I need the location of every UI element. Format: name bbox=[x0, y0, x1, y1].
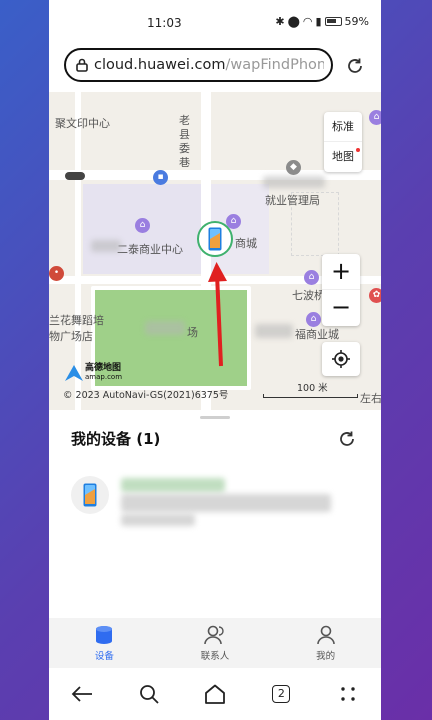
map-label: 兰花舞蹈培 bbox=[49, 314, 104, 327]
amap-logo: 高德地图 amap.com bbox=[65, 364, 122, 381]
map-label: 老 县 委 巷 bbox=[179, 114, 190, 169]
device-sheet: 我的设备 (1) bbox=[49, 410, 381, 618]
contacts-icon bbox=[204, 625, 224, 644]
map-type-toggle[interactable]: 标准 地图 bbox=[324, 112, 362, 172]
bluetooth-icon: ✱ bbox=[275, 15, 285, 28]
shopping-poi-icon[interactable]: ⌂ bbox=[135, 218, 150, 233]
blurred-device-time bbox=[121, 514, 195, 526]
map-label: 场 bbox=[187, 326, 198, 339]
route-arrow bbox=[208, 262, 227, 367]
tab-profile[interactable]: 我的 bbox=[270, 618, 381, 668]
sheet-title: 我的设备 (1) bbox=[71, 430, 161, 448]
zoom-in-button[interactable]: + bbox=[322, 254, 360, 290]
blurred-region bbox=[263, 176, 325, 188]
wifi-icon: ◠ bbox=[302, 15, 313, 28]
home-button[interactable] bbox=[199, 678, 231, 710]
home-icon bbox=[205, 684, 225, 704]
locate-button[interactable] bbox=[322, 342, 360, 376]
url-bar[interactable]: cloud.huawei.com/wapFindPhone... bbox=[64, 48, 333, 82]
status-bar: 11:03 ✱ ⬤ ◠ ▮ 59% bbox=[49, 0, 381, 42]
shopping-poi-icon[interactable]: ⌂ bbox=[306, 312, 321, 327]
map-road bbox=[75, 92, 81, 410]
device-location-marker[interactable] bbox=[197, 221, 233, 257]
phone-icon bbox=[208, 227, 222, 251]
shopping-poi-icon[interactable]: ⌂ bbox=[369, 110, 381, 125]
more-button[interactable] bbox=[332, 678, 364, 710]
tab-count: 2 bbox=[272, 685, 291, 703]
url-domain: cloud.huawei.com bbox=[94, 57, 226, 73]
flower-poi-icon[interactable]: ✿ bbox=[369, 288, 381, 303]
blurred-region bbox=[145, 321, 185, 335]
map-label: 商城 bbox=[235, 237, 257, 250]
tabs-button[interactable]: 2 bbox=[265, 678, 297, 710]
device-icon bbox=[96, 625, 113, 644]
tab-label: 设备 bbox=[94, 650, 114, 662]
map-view[interactable]: 聚文印中心 老 县 委 巷 就业管理局 二泰商业中心 商城 七波桥 福商业城 兰… bbox=[49, 92, 381, 410]
battery-icon bbox=[324, 17, 342, 26]
phone-icon bbox=[83, 483, 97, 507]
browser-nav-bar: 2 bbox=[49, 668, 381, 720]
amap-logo-icon bbox=[65, 364, 83, 381]
locate-icon bbox=[332, 350, 350, 368]
map-label: 聚文印中心 bbox=[55, 117, 110, 130]
notification-dot bbox=[356, 148, 360, 152]
profile-icon bbox=[316, 625, 335, 644]
zoom-out-button[interactable]: − bbox=[322, 290, 360, 326]
map-type-standard[interactable]: 标准 bbox=[324, 112, 362, 142]
url-text: cloud.huawei.com/wapFindPhone... bbox=[94, 57, 324, 73]
more-dots-icon bbox=[341, 687, 355, 701]
map-scale-bar bbox=[263, 394, 358, 398]
shopping-poi-icon[interactable]: ⌂ bbox=[304, 270, 319, 285]
refresh-icon[interactable] bbox=[337, 429, 357, 449]
blurred-region bbox=[255, 324, 293, 338]
tab-contacts[interactable]: 联系人 bbox=[160, 618, 271, 668]
tab-label: 我的 bbox=[316, 650, 336, 662]
map-label: 福商业城 bbox=[295, 328, 339, 341]
map-label: 二泰商业中心 bbox=[117, 243, 183, 256]
phone-screen: 11:03 ✱ ⬤ ◠ ▮ 59% cloud.huawei.com/wapFi… bbox=[49, 0, 381, 720]
back-arrow-icon bbox=[71, 686, 93, 702]
map-scale-label: 100 米 bbox=[297, 383, 328, 394]
amap-url: amap.com bbox=[85, 373, 123, 381]
search-icon bbox=[139, 685, 159, 704]
amap-name: 高德地图 bbox=[85, 363, 122, 373]
bus-stop-icon[interactable]: ▪ bbox=[153, 170, 168, 185]
status-time: 11:03 bbox=[147, 16, 182, 30]
refresh-icon[interactable] bbox=[345, 56, 365, 76]
blurred-region bbox=[91, 240, 121, 252]
traffic-light-icon bbox=[65, 172, 85, 180]
restaurant-poi-icon[interactable]: • bbox=[49, 266, 64, 281]
tab-bar: 设备 联系人 我的 bbox=[49, 618, 381, 668]
back-button[interactable] bbox=[66, 678, 98, 710]
url-path: /wapFindPhone... bbox=[225, 57, 324, 73]
map-label: 物广场店 bbox=[49, 330, 93, 343]
status-icons: ✱ ⬤ ◠ ▮ 59% bbox=[275, 15, 369, 28]
blurred-device-name bbox=[121, 478, 225, 492]
zoom-control: + − bbox=[322, 254, 360, 326]
battery-percent: 59% bbox=[344, 15, 369, 28]
map-copyright: © 2023 AutoNavi-GS(2021)6375号 bbox=[63, 390, 229, 401]
map-type-map[interactable]: 地图 bbox=[324, 142, 362, 172]
map-label: 就业管理局 bbox=[265, 194, 320, 207]
drag-handle[interactable] bbox=[200, 416, 230, 419]
tab-label: 联系人 bbox=[200, 650, 230, 662]
location-icon: ⬤ bbox=[287, 15, 300, 28]
map-label: 左右 bbox=[360, 392, 381, 405]
lock-icon bbox=[76, 58, 88, 72]
tab-devices[interactable]: 设备 bbox=[49, 618, 160, 668]
blurred-device-location bbox=[121, 494, 331, 512]
search-button[interactable] bbox=[133, 678, 165, 710]
government-poi-icon[interactable]: ◆ bbox=[286, 160, 301, 175]
signal-icon: ▮ bbox=[315, 15, 322, 28]
map-label: 七波桥 bbox=[292, 289, 325, 302]
device-avatar bbox=[71, 476, 109, 514]
